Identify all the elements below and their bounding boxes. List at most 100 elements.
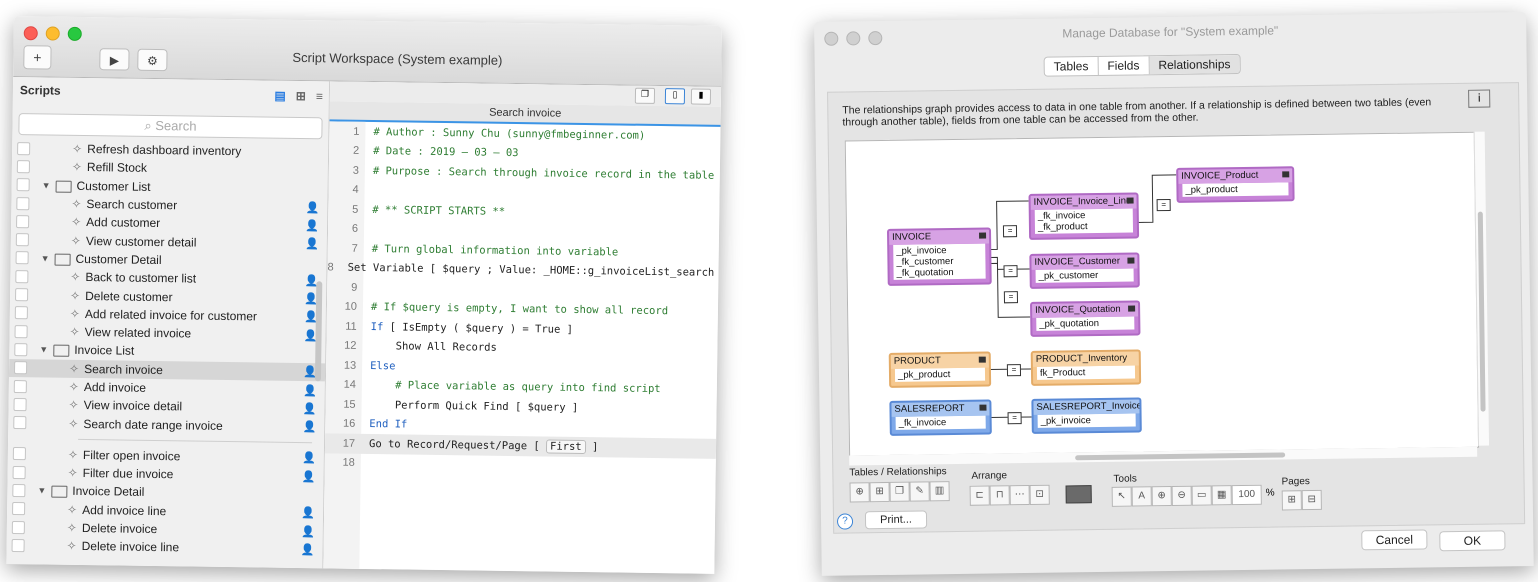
relationship-invoice-line[interactable]: =	[1002, 225, 1018, 238]
disclosure-triangle-icon[interactable]: ▼	[37, 486, 46, 496]
text-tool-icon[interactable]: A	[1131, 486, 1152, 507]
script-step-text: If [ IsEmpty ( $query ) = True ]	[370, 320, 574, 336]
new-folder-icon[interactable]: ⊞	[296, 89, 306, 103]
field-row: _pk_invoice	[1040, 415, 1091, 427]
field-row: fk_Product	[1039, 367, 1086, 379]
run-script-button[interactable]: ▶	[99, 48, 130, 71]
script-checkbox[interactable]	[17, 141, 31, 155]
line-number: 5	[352, 203, 359, 216]
script-checkbox[interactable]	[15, 233, 29, 247]
script-checkbox[interactable]	[13, 361, 28, 375]
right-pane-icon[interactable]: ▮	[690, 88, 712, 105]
edit-icon[interactable]: ✎	[909, 481, 930, 502]
info-icon[interactable]: ⅰ	[1468, 89, 1491, 108]
script-icon: ✧	[70, 233, 82, 248]
script-label: Delete invoice	[81, 521, 158, 537]
script-checkbox[interactable]	[12, 447, 26, 461]
script-checkbox[interactable]	[13, 397, 27, 412]
script-checkbox[interactable]	[14, 306, 28, 320]
left-pane-icon[interactable]: ▯	[664, 88, 686, 105]
color-swatch[interactable]	[1065, 485, 1092, 504]
script-checkbox[interactable]	[16, 196, 30, 210]
minimize-button[interactable]	[45, 26, 60, 41]
table-occurrence-invoice-product[interactable]: INVOICE_Product _pk_product	[1176, 166, 1295, 203]
script-checkbox[interactable]	[11, 520, 25, 534]
line-number: 2	[352, 144, 360, 158]
zoom-level[interactable]: 100	[1231, 484, 1262, 506]
script-step-line[interactable]: 18	[325, 453, 716, 478]
close-button[interactable]	[23, 26, 38, 41]
disclosure-triangle-icon[interactable]: ▼	[41, 253, 50, 263]
copy-icon[interactable]: ❐	[634, 87, 656, 104]
table-display-icon[interactable]: ▦	[1211, 485, 1232, 506]
script-checkbox[interactable]	[14, 342, 28, 357]
line-number: 10	[344, 300, 358, 314]
table-occurrence-invoice-customer[interactable]: INVOICE_Customer _pk_customer	[1029, 252, 1140, 289]
script-tree: ✧ Refresh dashboard inventory ✧ Refill Stoc…	[6, 139, 328, 559]
delete-icon[interactable]: ▥	[929, 481, 950, 502]
table-occurrence-invoice[interactable]: INVOICE _pk_invoice _fk_customer _fk_quo…	[886, 227, 992, 286]
relationship-salesreport-invoice[interactable]: =	[1007, 412, 1022, 425]
relationship-invoice-quotation[interactable]: =	[1003, 291, 1019, 304]
tab-fields[interactable]: Fields	[1098, 56, 1150, 75]
zoom-in-icon[interactable]: ⊕	[1151, 485, 1172, 507]
script-checkbox[interactable]	[11, 538, 25, 553]
align-left-icon[interactable]: ⊏	[969, 485, 990, 506]
script-checkbox[interactable]	[15, 269, 29, 283]
script-checkbox[interactable]	[14, 324, 28, 338]
relationship-line-product[interactable]: =	[1156, 198, 1171, 212]
table-occurrence-invoice-line[interactable]: INVOICE_Invoice_Line _fk_invoice _fk_pro…	[1028, 192, 1140, 240]
pages-label: Pages	[1281, 476, 1310, 488]
field-row: _pk_customer	[1038, 269, 1099, 282]
table-occurrence-salesreport-invoice[interactable]: SALESREPORT_Invoice _pk_invoice	[1031, 397, 1142, 434]
disclosure-triangle-icon[interactable]: ▼	[39, 345, 48, 355]
script-label: Refill Stock	[86, 160, 148, 176]
page-grid-icon[interactable]: ⊞	[1281, 490, 1302, 511]
table-occurrence-product-inventory[interactable]: PRODUCT_Inventory fk_Product	[1030, 349, 1142, 386]
cancel-button[interactable]: Cancel	[1361, 529, 1428, 551]
script-checkbox[interactable]	[12, 465, 26, 479]
pointer-icon[interactable]: ↖	[1111, 486, 1132, 507]
tab-tables[interactable]: Tables	[1044, 56, 1099, 76]
script-step-text: Perform Quick Find [ $query ]	[369, 398, 579, 414]
new-script-button[interactable]: +	[23, 45, 52, 70]
script-step-text: Set Variable [ $query ; Value: _HOME::g_…	[347, 261, 722, 280]
print-button[interactable]: Print...	[864, 510, 928, 530]
relationship-invoice-customer[interactable]: =	[1003, 265, 1018, 278]
script-checkbox[interactable]	[12, 502, 26, 516]
script-search-input[interactable]: ⌕ Search	[18, 113, 323, 140]
line-number: 8	[327, 261, 334, 274]
script-checkbox[interactable]	[16, 159, 30, 174]
relationships-graph[interactable]: = = = = = = INVOICE _pk_invoice _fk_cust…	[844, 131, 1480, 457]
distribute-icon[interactable]: ⋯	[1009, 484, 1030, 506]
zoom-button[interactable]	[67, 26, 82, 41]
disclosure-triangle-icon[interactable]: ▼	[42, 180, 51, 190]
table-occurrence-invoice-quotation[interactable]: INVOICE_Quotation _pk_quotation	[1030, 300, 1141, 337]
fit-icon[interactable]: ▭	[1191, 485, 1212, 506]
script-code[interactable]: 1 # Author : Sunny Chu (sunny@fmbeginner.…	[324, 121, 722, 478]
add-relationship-icon[interactable]: ⊞	[869, 481, 890, 503]
script-checkbox[interactable]	[12, 484, 26, 498]
relationship-product-inventory[interactable]: =	[1006, 364, 1022, 377]
table-occurrence-product[interactable]: PRODUCT _pk_product	[888, 351, 992, 388]
add-table-icon[interactable]: ⊕	[849, 482, 870, 503]
duplicate-icon[interactable]: ❐	[889, 481, 910, 502]
script-row[interactable]: ✧ Delete invoice line 👤	[6, 536, 322, 559]
script-checkbox[interactable]	[13, 379, 27, 393]
page-setup-icon[interactable]: ⊟	[1301, 489, 1322, 511]
tab-relationships[interactable]: Relationships	[1149, 55, 1240, 75]
debug-script-button[interactable]: ⚙	[137, 48, 168, 72]
align-top-icon[interactable]: ⊓	[989, 485, 1010, 506]
script-row[interactable]: ✧ Search date range invoice 👤	[8, 413, 324, 436]
script-checkbox[interactable]	[16, 178, 30, 192]
list-view-icon[interactable]: ▤	[274, 89, 286, 103]
script-checkbox[interactable]	[13, 416, 27, 430]
script-checkbox[interactable]	[16, 214, 30, 229]
zoom-out-icon[interactable]: ⊖	[1171, 485, 1192, 506]
separator-icon[interactable]: ≡	[316, 89, 323, 103]
resize-icon[interactable]: ⊡	[1029, 484, 1050, 505]
script-checkbox[interactable]	[15, 251, 29, 265]
table-occurrence-salesreport[interactable]: SALESREPORT _fk_invoice	[889, 399, 992, 436]
ok-button[interactable]: OK	[1439, 530, 1506, 552]
script-checkbox[interactable]	[15, 288, 29, 302]
